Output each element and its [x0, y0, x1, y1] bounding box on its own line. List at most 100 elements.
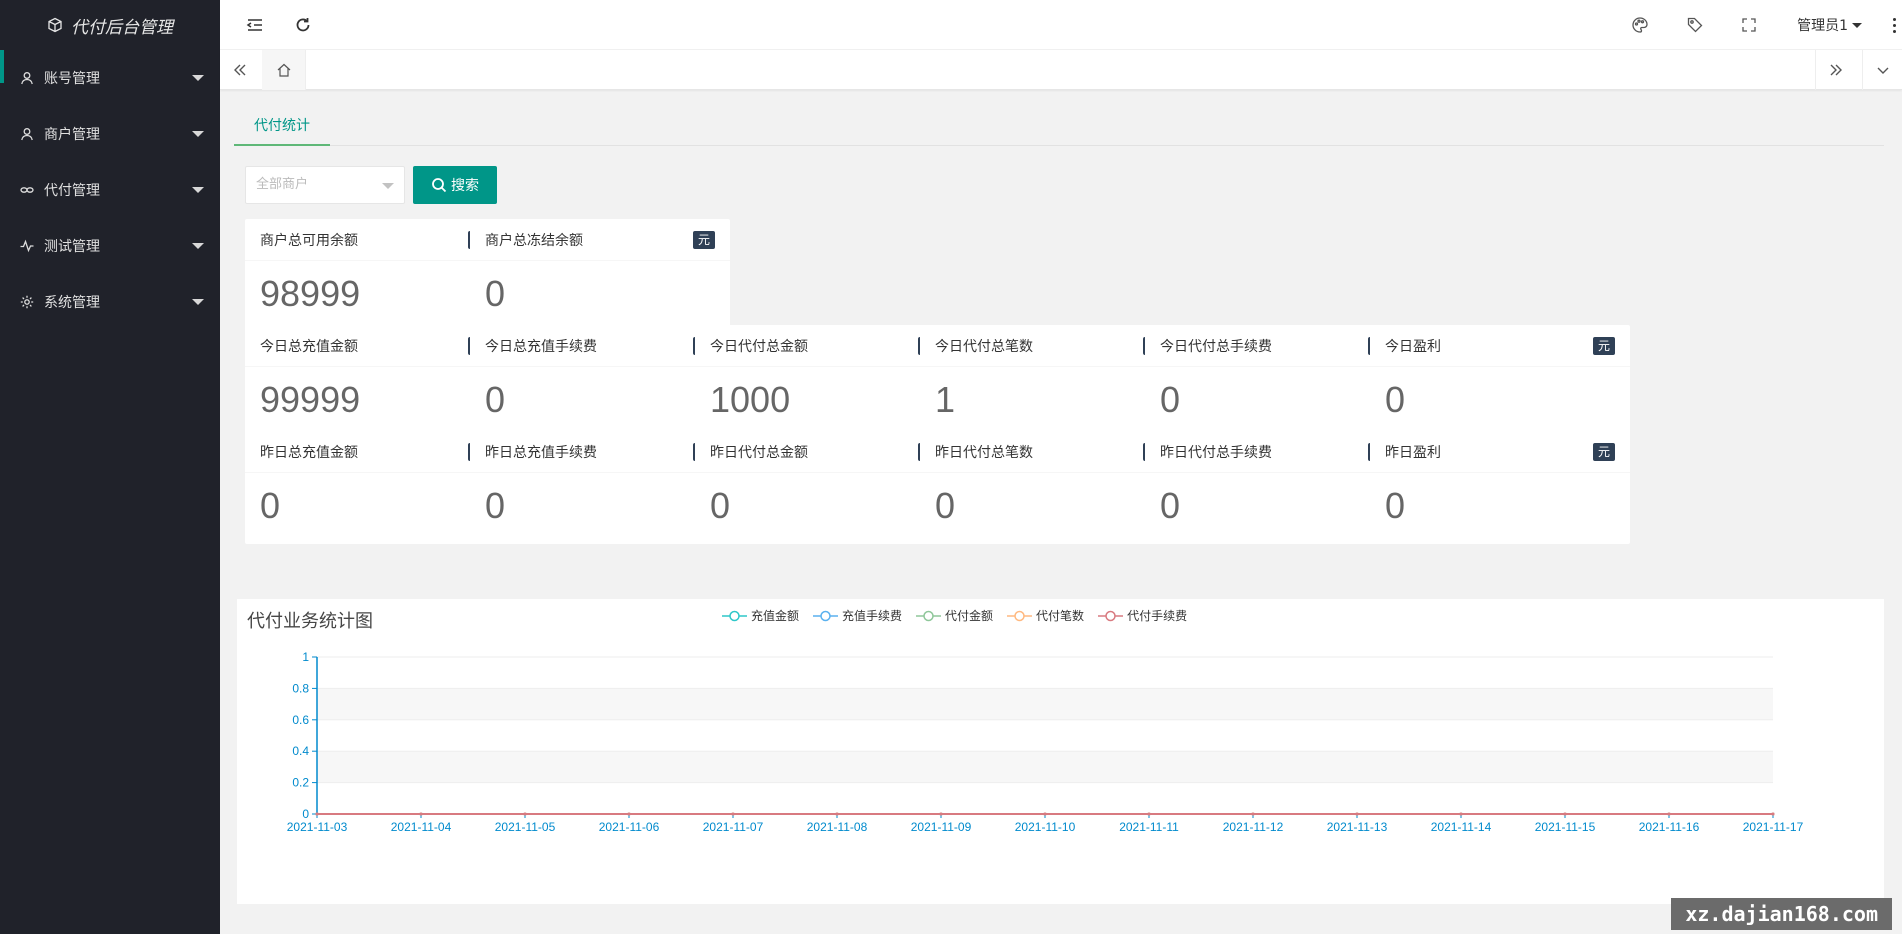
- stat-card-title: 昨日总充值金额: [260, 444, 358, 461]
- tab-bar: [220, 50, 1902, 90]
- sidebar-item-label: 系统管理: [44, 295, 100, 311]
- stat-card-title: 昨日盈利: [1385, 444, 1441, 461]
- data-point: [1251, 812, 1255, 816]
- stat-card-yesterday-1: 昨日总充值金额元 0: [245, 431, 505, 544]
- stat-card-header: 商户总冻结余额 元: [470, 219, 730, 261]
- search-button[interactable]: 搜索: [413, 166, 497, 204]
- user-menu[interactable]: 管理员1: [1797, 0, 1862, 50]
- sidebar-item-2[interactable]: 商户管理: [0, 106, 220, 162]
- y-tick-label: 0.2: [292, 776, 309, 790]
- stat-card-yesterday-2: 昨日总充值手续费元 0: [470, 431, 730, 544]
- user-icon: [20, 71, 34, 85]
- x-tick-label: 2021-11-15: [1535, 820, 1596, 834]
- x-tick-label: 2021-11-07: [703, 820, 764, 834]
- tabs-scroll-right-button[interactable]: [1815, 50, 1855, 90]
- home-icon: [277, 63, 290, 77]
- stat-card-header: 昨日盈利 元: [1370, 431, 1630, 473]
- collapse-menu-button[interactable]: [240, 0, 270, 50]
- stat-card-title: 昨日代付总笔数: [935, 444, 1033, 461]
- tabs-dropdown-button[interactable]: [1862, 50, 1902, 90]
- stat-card-yesterday-5: 昨日代付总手续费元 0: [1145, 431, 1405, 544]
- stat-card-title: 昨日总充值手续费: [485, 444, 597, 461]
- x-tick-label: 2021-11-03: [287, 820, 348, 834]
- stat-card-value: 99999: [260, 379, 361, 420]
- x-tick-label: 2021-11-13: [1327, 820, 1388, 834]
- merchant-select[interactable]: 全部商户: [245, 166, 405, 204]
- stat-card-today-6: 今日盈利 元 0: [1370, 325, 1630, 438]
- tabs-scroll-left-button[interactable]: [220, 50, 260, 90]
- search-button-label: 搜索: [451, 178, 479, 194]
- stat-card-yesterday-3: 昨日代付总金额元 0: [695, 431, 955, 544]
- stat-card-value: 0: [1160, 379, 1181, 420]
- sidebar-item-4[interactable]: 测试管理: [0, 218, 220, 274]
- stat-card-header: 今日总充值金额元: [245, 325, 505, 367]
- double-chevron-left-icon: [234, 64, 246, 76]
- data-point: [1563, 812, 1567, 816]
- stat-card-value: 98999: [260, 273, 361, 314]
- stat-card-title: 商户总冻结余额: [485, 232, 583, 249]
- sidebar-item-3[interactable]: 代付管理: [0, 162, 220, 218]
- stat-card-value: 0: [260, 485, 281, 526]
- data-point: [1147, 812, 1151, 816]
- x-tick-label: 2021-11-12: [1223, 820, 1284, 834]
- tab-payout-stats[interactable]: 代付统计: [234, 116, 330, 146]
- stat-card-today-5: 今日代付总手续费元 0: [1145, 325, 1405, 438]
- more-icon[interactable]: [1893, 0, 1896, 50]
- search-icon: [432, 178, 447, 193]
- stat-card-header: 商户总可用余额元: [245, 219, 505, 261]
- stat-card-value: 0: [1160, 485, 1181, 526]
- stat-card-title: 昨日代付总金额: [710, 444, 808, 461]
- x-tick-label: 2021-11-17: [1743, 820, 1804, 834]
- tag-button[interactable]: [1680, 0, 1710, 50]
- data-point: [835, 812, 839, 816]
- x-tick-label: 2021-11-09: [911, 820, 972, 834]
- stat-card-header: 今日盈利 元: [1370, 325, 1630, 367]
- app-logo[interactable]: 代付后台管理: [0, 0, 220, 50]
- sidebar-item-1[interactable]: 账号管理: [0, 50, 220, 106]
- stat-card-yesterday-6: 昨日盈利 元 0: [1370, 431, 1630, 544]
- chevron-down-icon: [192, 187, 204, 193]
- chevron-down-icon: [192, 75, 204, 81]
- x-tick-label: 2021-11-11: [1119, 820, 1179, 834]
- y-tick-label: 1: [302, 650, 309, 664]
- stat-card-value: 0: [485, 379, 506, 420]
- stat-card-title: 商户总可用余额: [260, 232, 358, 249]
- user-name: 管理员1: [1797, 18, 1848, 34]
- fullscreen-button[interactable]: [1734, 0, 1764, 50]
- sidebar-item-5[interactable]: 系统管理: [0, 274, 220, 330]
- data-point: [1355, 812, 1359, 816]
- x-tick-label: 2021-11-14: [1431, 820, 1492, 834]
- chevron-down-icon: [1877, 67, 1888, 74]
- data-point: [1667, 812, 1671, 816]
- grid-band: [317, 688, 1773, 720]
- data-point: [627, 812, 631, 816]
- sidebar-item-label: 账号管理: [44, 71, 100, 87]
- stat-card-value: 0: [485, 273, 506, 314]
- stat-card-header: 昨日代付总笔数笔: [920, 431, 1180, 473]
- data-point: [419, 812, 423, 816]
- palette-icon: [1632, 17, 1648, 33]
- theme-button[interactable]: [1625, 0, 1655, 50]
- data-point: [1459, 812, 1463, 816]
- stat-card-header: 昨日代付总手续费元: [1145, 431, 1405, 473]
- stat-card-value: 0: [935, 485, 956, 526]
- stat-card-value: 0: [1385, 485, 1406, 526]
- tab-home[interactable]: [262, 50, 306, 90]
- x-tick-label: 2021-11-05: [495, 820, 556, 834]
- indent-icon: [246, 19, 262, 31]
- tag-icon: [1687, 17, 1703, 33]
- data-point: [1043, 812, 1047, 816]
- watermark: xz.dajian168.com: [1671, 898, 1892, 930]
- stat-card-title: 昨日代付总手续费: [1160, 444, 1272, 461]
- x-tick-label: 2021-11-04: [391, 820, 452, 834]
- stat-card-today-3: 今日代付总金额元 1000: [695, 325, 955, 438]
- stat-card-yesterday-4: 昨日代付总笔数笔 0: [920, 431, 1180, 544]
- stat-card-balance-2: 商户总冻结余额 元 0: [470, 219, 730, 332]
- refresh-button[interactable]: [288, 0, 318, 50]
- stat-card-title: 今日代付总笔数: [935, 338, 1033, 355]
- stat-card-title: 今日代付总金额: [710, 338, 808, 355]
- grid-band: [317, 751, 1773, 783]
- stat-card-value: 1: [935, 379, 956, 420]
- stat-card-value: 0: [485, 485, 506, 526]
- x-tick-label: 2021-11-10: [1015, 820, 1076, 834]
